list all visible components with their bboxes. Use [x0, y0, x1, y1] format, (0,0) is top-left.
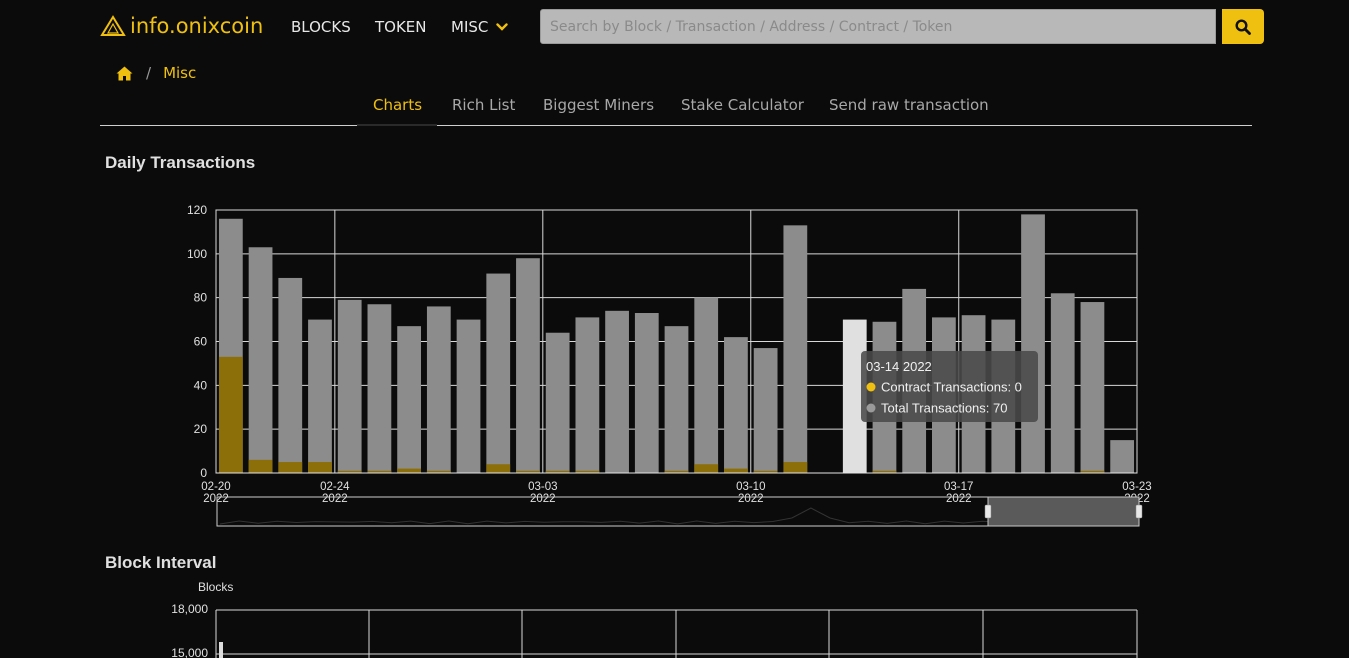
y-tick-label: 0: [200, 466, 207, 480]
y-tick-label: 20: [194, 422, 208, 436]
total-transactions-bar: [516, 258, 540, 473]
y-tick-label: 40: [194, 378, 208, 392]
x-tick-year: 2022: [203, 493, 229, 505]
block-interval-title: Block Interval: [105, 553, 217, 572]
total-transactions-bar: [694, 297, 719, 473]
total-transactions-bar: [664, 326, 689, 473]
contract-transactions-bar: [218, 356, 243, 473]
range-handle[interactable]: [1135, 504, 1143, 519]
total-transactions-bar: [1110, 440, 1135, 473]
total-transactions-bar: [426, 306, 451, 473]
x-tick-label: 02-24: [320, 481, 350, 493]
x-tick-year: 2022: [738, 493, 764, 505]
total-transactions-bar: [753, 348, 778, 473]
y-tick-label: 120: [187, 203, 207, 217]
tooltip-title: 03-14 2022: [866, 359, 932, 374]
contract-transactions-bar: [694, 464, 719, 473]
total-transactions-bar: [605, 310, 629, 473]
contract-transactions-bar: [783, 462, 808, 473]
chart-tooltip: 03-14 2022 Contract Transactions: 0 Total …: [861, 351, 1038, 422]
total-transactions-bar: [308, 319, 332, 473]
total-transactions-bar: [397, 326, 421, 473]
range-selection-window: [987, 496, 1140, 527]
total-transactions-bar: [367, 304, 392, 473]
y-axis-label: Blocks: [198, 580, 233, 594]
x-tick-label: 03-03: [528, 481, 557, 493]
total-transactions-bar: [456, 319, 481, 473]
total-transactions-bar: [248, 247, 273, 473]
x-tick-label: 03-17: [944, 481, 973, 493]
y-tick-label: 60: [194, 335, 208, 349]
tooltip-series-dot: [866, 403, 876, 413]
contract-transactions-bar: [724, 468, 748, 473]
contract-transactions-bar: [397, 468, 421, 473]
tooltip-row: Contract Transactions: 0: [881, 380, 1022, 395]
x-tick-year: 2022: [322, 493, 348, 505]
tooltip-series-dot: [866, 382, 876, 392]
x-tick-year: 2022: [530, 493, 556, 505]
total-transactions-bar: [545, 332, 570, 473]
total-transactions-bar: [1021, 214, 1045, 473]
contract-transactions-bar: [248, 459, 273, 473]
contract-transactions-bar: [278, 462, 303, 473]
contract-transactions-bar: [486, 464, 511, 473]
contract-transactions-bar: [308, 462, 332, 473]
total-transactions-bar: [1050, 293, 1075, 473]
total-transactions-bar: [337, 299, 362, 473]
total-transactions-bar: [724, 337, 748, 473]
total-transactions-bar: [1080, 302, 1105, 473]
tooltip-row: Total Transactions: 70: [881, 401, 1007, 416]
total-transactions-bar: [783, 225, 808, 473]
y-tick-label: 15,000: [171, 646, 208, 658]
daily-transactions-chart[interactable]: 02040608010012002-20202202-24202203-0320…: [0, 0, 1349, 540]
total-transactions-bar: [278, 277, 303, 473]
x-tick-label: 03-10: [736, 481, 765, 493]
x-tick-label: 02-20: [201, 481, 230, 493]
x-tick-label: 03-23: [1122, 481, 1151, 493]
y-tick-label: 18,000: [171, 602, 208, 616]
y-tick-label: 100: [187, 247, 207, 261]
total-transactions-bar: [575, 317, 600, 473]
total-transactions-bar: [486, 273, 511, 473]
range-handle[interactable]: [984, 504, 992, 519]
y-tick-label: 80: [194, 291, 208, 305]
total-transactions-bar: [634, 313, 659, 473]
x-tick-year: 2022: [946, 493, 972, 505]
block-interval-bar: [219, 642, 223, 658]
